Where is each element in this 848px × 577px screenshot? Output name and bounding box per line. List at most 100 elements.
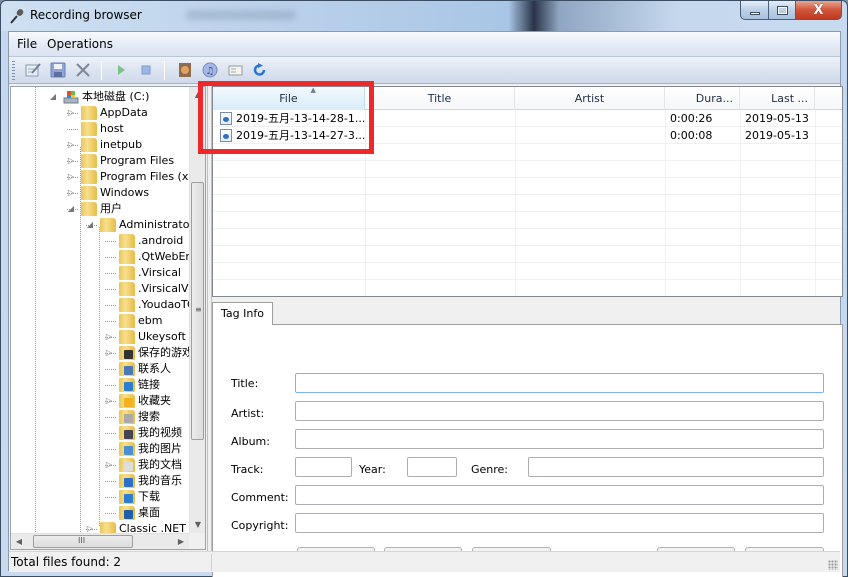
tree-horizontal-scrollbar[interactable]: ◀ III ▶ (11, 533, 189, 549)
edit-tag-button[interactable] (25, 62, 41, 78)
minimize-button[interactable] (740, 1, 768, 20)
menu-file[interactable]: File (17, 37, 37, 51)
tree-item-label: ebm (138, 314, 163, 327)
artist-label: Artist: (231, 407, 265, 420)
folder-icon (119, 298, 135, 312)
folder-icon (119, 314, 135, 328)
expanded-arrow-icon: ◢ (49, 92, 57, 101)
copyright-label: Copyright: (231, 519, 289, 532)
collapsed-arrow-icon[interactable]: ▷ (103, 329, 115, 345)
grid-line (213, 212, 842, 229)
folder-icon (81, 154, 97, 168)
email-button[interactable] (227, 62, 243, 78)
tree-item-label: 用户 (100, 202, 122, 215)
delete-icon (76, 63, 90, 77)
collapsed-arrow-icon[interactable]: ▷ (103, 457, 115, 473)
column-title-label: Title (427, 92, 452, 105)
folder-icon (119, 266, 135, 280)
grid-line (213, 263, 842, 280)
tree-item-label: .VirsicalView (138, 282, 189, 295)
itunes-button[interactable]: ♫ (202, 62, 218, 78)
tag-info-panel: Title: Artist: Album: Track: Year: Genre… (212, 324, 843, 577)
folder-icon (119, 362, 135, 376)
grid-line (213, 178, 842, 195)
audio-file-icon (220, 112, 232, 125)
close-button[interactable]: X (795, 1, 842, 20)
tree-item-label: host (100, 122, 124, 135)
folder-icon (81, 186, 97, 200)
refresh-button[interactable] (252, 62, 268, 78)
scroll-left-arrow-icon[interactable]: ◀ (11, 534, 27, 549)
scroll-down-arrow-icon[interactable]: ▼ (190, 517, 205, 533)
artist-input[interactable] (295, 401, 824, 421)
track-input[interactable] (295, 457, 352, 477)
column-file[interactable]: ▲ File (213, 87, 365, 110)
tree-item-label: AppData (100, 106, 148, 119)
stop-button[interactable] (138, 62, 154, 78)
column-artist[interactable]: Artist (515, 87, 665, 110)
title-input[interactable] (295, 373, 824, 393)
folder-tree[interactable]: ◢ 本地磁盘 (C:) ▷ AppData host ▷ inetpub ▷ Program… (10, 86, 206, 550)
maximize-icon (776, 5, 788, 15)
column-duration-label: Dura... (695, 92, 733, 105)
file-list[interactable]: ▲ File Title Artist Dura... Last ... 201… (212, 86, 843, 297)
play-button[interactable] (113, 62, 129, 78)
maximize-button[interactable] (768, 1, 795, 20)
cell-last-modified: 2019-05-13 (745, 129, 809, 142)
copyright-input[interactable] (295, 513, 824, 533)
tree-vertical-scrollbar[interactable]: ▲ ≡ ▼ (189, 87, 205, 533)
collapsed-arrow-icon[interactable]: ▷ (65, 137, 77, 153)
cell-last-modified: 2019-05-13 (745, 112, 809, 125)
tree-item-label: Windows (100, 186, 150, 199)
tree-item-label: 桌面 (138, 506, 160, 519)
folder-icon (119, 330, 135, 344)
tree-item-label: 收藏夹 (138, 394, 171, 407)
collapsed-arrow-icon[interactable]: ▷ (103, 345, 115, 361)
sort-ascending-icon: ▲ (310, 86, 316, 94)
tree-horizontal-scroll-thumb[interactable]: III (33, 535, 133, 548)
collapsed-arrow-icon[interactable]: ▷ (84, 521, 96, 533)
convert-button[interactable] (177, 62, 193, 78)
cell-duration: 0:00:08 (670, 129, 713, 142)
title-label: Title: (231, 377, 259, 390)
tree-item-label: Classic .NET App (119, 522, 189, 533)
refresh-icon (253, 63, 266, 76)
year-input[interactable] (407, 457, 457, 477)
scroll-up-arrow-icon[interactable]: ▲ (190, 87, 205, 103)
cell-file: 2019-五月-13-14-28-1... (213, 110, 365, 127)
resize-grip-icon[interactable] (828, 560, 838, 570)
collapsed-arrow-icon[interactable]: ▷ (65, 185, 77, 201)
expanded-arrow-icon[interactable]: ◢ (65, 201, 77, 217)
comment-input[interactable] (295, 485, 824, 505)
tab-tag-info[interactable]: Tag Info (212, 302, 273, 325)
client-area: File Operations ♫ ◢ 本地磁盘 (C:) ▷ AppData … (8, 31, 843, 577)
menu-operations[interactable]: Operations (47, 37, 113, 51)
tree-vertical-scroll-thumb[interactable]: ≡ (191, 182, 204, 440)
column-last-modified[interactable]: Last ... (740, 87, 815, 110)
toolbar-separator (164, 61, 165, 80)
folder-icon (119, 458, 135, 472)
svg-text:♫: ♫ (206, 66, 215, 77)
column-duration[interactable]: Dura... (665, 87, 740, 110)
title-bar[interactable]: Recording browser X (1, 1, 847, 31)
column-last-label: Last ... (771, 92, 808, 105)
collapsed-arrow-icon[interactable]: ▷ (65, 153, 77, 169)
column-title[interactable]: Title (365, 87, 515, 110)
delete-button[interactable] (75, 62, 91, 78)
album-input[interactable] (295, 429, 824, 449)
scroll-right-arrow-icon[interactable]: ▶ (173, 534, 189, 549)
expanded-arrow-icon[interactable]: ◢ (84, 217, 96, 233)
folder-icon (100, 218, 116, 232)
folder-icon (119, 474, 135, 488)
toolbar-separator (101, 61, 102, 80)
genre-input[interactable] (528, 457, 824, 477)
tree-item-label: .QtWebEng (138, 250, 189, 263)
collapsed-arrow-icon[interactable]: ▷ (65, 105, 77, 121)
toolbar-grip[interactable] (12, 61, 15, 80)
grid-line (213, 229, 842, 246)
collapsed-arrow-icon[interactable]: ▷ (103, 393, 115, 409)
tree-item-label: 下载 (138, 490, 160, 503)
tree-item-label: Administrator (119, 218, 189, 231)
save-button[interactable] (50, 62, 66, 78)
collapsed-arrow-icon[interactable]: ▷ (65, 169, 77, 185)
